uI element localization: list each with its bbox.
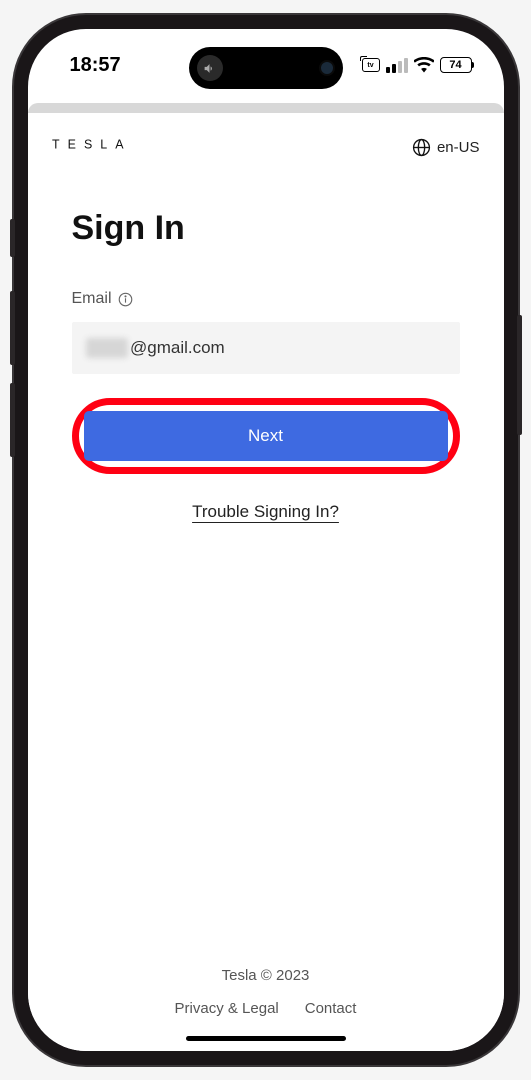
- side-button-vol-down: [10, 383, 15, 457]
- wifi-icon: [414, 57, 434, 73]
- globe-icon: [412, 138, 431, 157]
- annotation-highlight: Next: [72, 398, 460, 474]
- battery-indicator: 74: [440, 57, 472, 73]
- app-header: TESLA en-US: [52, 135, 480, 159]
- info-icon[interactable]: [118, 292, 133, 307]
- email-label-row: Email: [72, 290, 460, 308]
- cell-signal-icon: [386, 58, 408, 73]
- email-field[interactable]: xxxxx@gmail.com: [72, 322, 460, 374]
- carrier-indicator-icon: tv: [362, 58, 380, 72]
- camera-icon: [319, 60, 335, 76]
- sign-in-form: Sign In Email xxxxx@gmail.com Next Troub…: [52, 209, 480, 522]
- email-masked-local: xxxxx: [86, 338, 129, 358]
- privacy-link[interactable]: Privacy & Legal: [175, 1000, 279, 1017]
- content-area: TESLA en-US Sign In Email xxxxx@gmail.co…: [28, 113, 504, 1051]
- dynamic-island: [189, 47, 343, 89]
- email-domain: @gmail.com: [130, 338, 225, 357]
- sheet-handle: [28, 103, 504, 113]
- side-button-power: [517, 315, 522, 435]
- trouble-signing-in-link[interactable]: Trouble Signing In?: [72, 502, 460, 522]
- copyright: Tesla © 2023: [52, 967, 480, 984]
- tesla-logo: TESLA: [52, 135, 180, 159]
- side-button-vol-up: [10, 291, 15, 365]
- status-time: 18:57: [70, 54, 121, 76]
- contact-link[interactable]: Contact: [305, 1000, 357, 1017]
- language-label: en-US: [437, 139, 480, 156]
- screen: 18:57 tv 74 TESLA en-US: [28, 29, 504, 1051]
- svg-text:TESLA: TESLA: [52, 138, 132, 152]
- phone-frame: 18:57 tv 74 TESLA en-US: [14, 15, 518, 1065]
- home-indicator[interactable]: [186, 1036, 346, 1041]
- next-button[interactable]: Next: [84, 411, 448, 461]
- page-title: Sign In: [72, 209, 460, 248]
- email-label: Email: [72, 290, 112, 308]
- language-selector[interactable]: en-US: [412, 138, 480, 157]
- side-button-silent: [10, 219, 15, 257]
- speaker-icon: [197, 55, 223, 81]
